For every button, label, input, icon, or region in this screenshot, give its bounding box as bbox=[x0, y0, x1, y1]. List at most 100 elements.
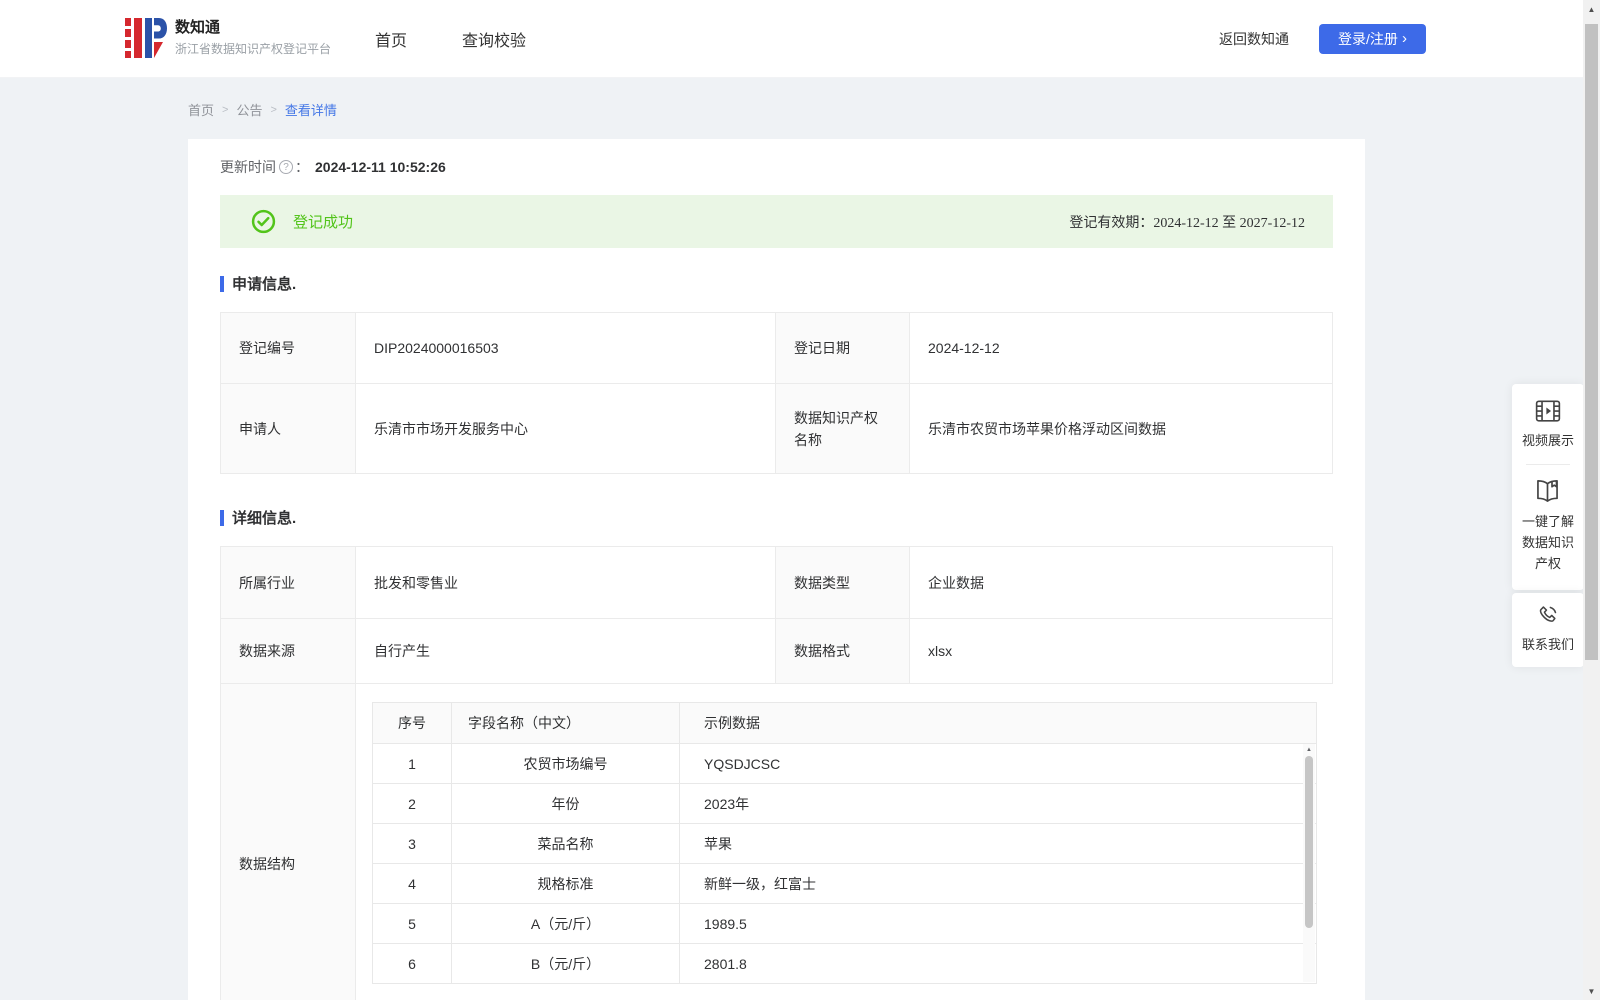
cell-sample-data: YQSDJCSC bbox=[704, 755, 781, 772]
data-structure-row: 3 菜品名称 苹果 bbox=[373, 823, 1316, 863]
top-header-bar: 数知通 浙江省数据知识产权登记平台 首页 查询校验 返回数知通 登录/注册 › bbox=[0, 0, 1600, 78]
scroll-up-arrow-icon[interactable]: ▲ bbox=[1303, 744, 1315, 755]
cell-field-name: 年份 bbox=[452, 784, 680, 823]
nav-item-query-verify[interactable]: 查询校验 bbox=[462, 0, 526, 78]
table-row: 申请人 乐清市市场开发服务中心 数据知识产权名称 乐清市农贸市场苹果价格浮动区间… bbox=[221, 383, 1332, 473]
cell-value-applicant: 乐清市市场开发服务中心 bbox=[356, 384, 776, 473]
float-item-learn-dip[interactable]: 一键了解 数据知识 产权 bbox=[1522, 478, 1574, 574]
login-register-button[interactable]: 登录/注册 › bbox=[1319, 24, 1426, 54]
section-title-text: 详细信息. bbox=[232, 510, 297, 527]
float-item-label: 联系我们 bbox=[1521, 637, 1574, 652]
cell-index: 6 bbox=[373, 944, 452, 983]
cell-index: 5 bbox=[373, 904, 452, 943]
cell-label-data-source: 数据来源 bbox=[221, 619, 356, 683]
status-success-text: 登记成功 bbox=[293, 214, 354, 231]
section-title-application-info: 申请信息. bbox=[220, 273, 296, 294]
col-header-sample-data: 示例数据 bbox=[704, 715, 760, 731]
cell-label-data-type: 数据类型 bbox=[776, 547, 910, 618]
cell-value-registration-date: 2024-12-12 bbox=[910, 313, 1332, 383]
breadcrumb: 首页 > 公告 > 查看详情 bbox=[188, 100, 337, 119]
float-item-label: 一键了解 数据知识 产权 bbox=[1522, 511, 1574, 574]
data-structure-header-row: 序号 字段名称（中文） 示例数据 bbox=[373, 703, 1316, 743]
video-icon bbox=[1535, 399, 1561, 423]
data-structure-row: 2 年份 2023年 bbox=[373, 783, 1316, 823]
cell-value-data-type: 企业数据 bbox=[910, 547, 1332, 618]
validity-label: 登记有效期： bbox=[1069, 213, 1154, 230]
section-title-detail-info: 详细信息. bbox=[220, 507, 296, 528]
scrollbar-up-arrow-icon[interactable]: ▲ bbox=[1583, 1, 1600, 17]
cell-value-data-format: xlsx bbox=[910, 619, 1332, 683]
cell-field-name: A（元/斤） bbox=[452, 904, 680, 943]
cell-label-registration-no: 登记编号 bbox=[221, 313, 356, 383]
cell-label-data-format: 数据格式 bbox=[776, 619, 910, 683]
data-structure-row: 5 A（元/斤） 1989.5 bbox=[373, 903, 1316, 943]
cell-sample-data: 1989.5 bbox=[704, 915, 747, 932]
cell-field-name: 农贸市场编号 bbox=[452, 744, 680, 783]
cell-sample-data: 2801.8 bbox=[704, 955, 747, 972]
book-icon bbox=[1534, 478, 1561, 504]
update-time-label: 更新时间 bbox=[220, 159, 276, 175]
cell-index: 4 bbox=[373, 864, 452, 903]
breadcrumb-announcement[interactable]: 公告 bbox=[236, 100, 262, 119]
update-time-value: 2024-12-11 10:52:26 bbox=[315, 159, 446, 175]
data-structure-row: 1 农贸市场编号 YQSDJCSC bbox=[373, 743, 1316, 783]
section-title-text: 申请信息. bbox=[232, 276, 297, 293]
cell-sample-data: 2023年 bbox=[704, 795, 750, 812]
cell-value-data-structure: 序号 字段名称（中文） 示例数据 1 农贸市场编号 YQSDJCSC 2 年份 bbox=[356, 684, 1333, 1000]
chevron-right-icon: › bbox=[1401, 30, 1407, 47]
table-row: 登记编号 DIP2024000016503 登记日期 2024-12-12 bbox=[221, 313, 1332, 383]
data-structure-row: 4 规格标准 新鲜一级，红富士 bbox=[373, 863, 1316, 903]
float-item-video-demo[interactable]: 视频展示 bbox=[1522, 399, 1574, 451]
colon-text: ： bbox=[295, 159, 309, 175]
cell-label-industry: 所属行业 bbox=[221, 547, 356, 618]
login-register-label: 登录/注册 bbox=[1338, 31, 1398, 47]
page: 数知通 浙江省数据知识产权登记平台 首页 查询校验 返回数知通 登录/注册 › … bbox=[0, 0, 1600, 1000]
phone-icon bbox=[1536, 604, 1560, 627]
help-question-icon[interactable]: ? bbox=[279, 160, 293, 174]
label-line: 产权 bbox=[1534, 556, 1561, 571]
label-line: 一键了解 bbox=[1521, 514, 1574, 529]
section-accent-bar bbox=[220, 509, 224, 526]
detail-content-card: 更新时间 ? ： 2024-12-11 10:52:26 登记成功 登记有效期：… bbox=[188, 139, 1365, 1000]
inner-table-scrollbar[interactable]: ▲ bbox=[1303, 744, 1315, 982]
table-row-data-structure: 数据结构 序号 字段名称（中文） 示例数据 1 农贸市场编号 YQSDJCSC bbox=[221, 683, 1333, 1000]
validity-value: 2024-12-12 至 2027-12-12 bbox=[1153, 215, 1305, 231]
ip-logo-icon bbox=[125, 16, 167, 60]
inner-scrollbar-thumb[interactable] bbox=[1305, 756, 1313, 928]
cell-field-name: B（元/斤） bbox=[452, 944, 680, 983]
divider bbox=[1526, 464, 1570, 465]
breadcrumb-separator-icon: > bbox=[222, 103, 229, 116]
return-portal-link[interactable]: 返回数知通 bbox=[1219, 0, 1289, 78]
breadcrumb-current-detail[interactable]: 查看详情 bbox=[285, 100, 337, 119]
cell-value-industry: 批发和零售业 bbox=[356, 547, 776, 618]
table-row: 数据来源 自行产生 数据格式 xlsx bbox=[221, 618, 1332, 683]
float-contact-card: 联系我们 bbox=[1512, 593, 1584, 667]
brand-logo[interactable]: 数知通 浙江省数据知识产权登记平台 bbox=[125, 16, 331, 60]
page-scrollbar-thumb[interactable] bbox=[1585, 24, 1598, 660]
check-circle-icon bbox=[251, 209, 276, 234]
validity-period: 登记有效期：2024-12-12 至 2027-12-12 bbox=[1069, 212, 1305, 232]
cell-label-registration-date: 登记日期 bbox=[776, 313, 910, 383]
col-header-index: 序号 bbox=[373, 703, 452, 743]
page-scrollbar[interactable]: ▲ ▼ bbox=[1583, 0, 1600, 1000]
float-item-contact-us[interactable]: 联系我们 bbox=[1522, 604, 1574, 655]
section-accent-bar bbox=[220, 275, 224, 292]
cell-value-registration-no: DIP2024000016503 bbox=[356, 313, 776, 383]
data-structure-row: 6 B（元/斤） 2801.8 bbox=[373, 943, 1316, 983]
cell-field-name: 菜品名称 bbox=[452, 824, 680, 863]
cell-index: 3 bbox=[373, 824, 452, 863]
nav-item-home[interactable]: 首页 bbox=[375, 0, 407, 78]
cell-label-dip-name: 数据知识产权名称 bbox=[776, 384, 910, 473]
cell-index: 1 bbox=[373, 744, 452, 783]
float-menu-card: 视频展示 一键了解 数据知识 产权 bbox=[1512, 384, 1584, 590]
cell-label-applicant: 申请人 bbox=[221, 384, 356, 473]
cell-sample-data: 新鲜一级，红富士 bbox=[704, 875, 816, 892]
brand-title: 数知通 bbox=[175, 19, 221, 36]
cell-index: 2 bbox=[373, 784, 452, 823]
cell-field-name: 规格标准 bbox=[452, 864, 680, 903]
scrollbar-down-arrow-icon[interactable]: ▼ bbox=[1583, 983, 1600, 999]
col-header-field-name: 字段名称（中文） bbox=[452, 703, 680, 743]
breadcrumb-separator-icon: > bbox=[270, 103, 277, 116]
breadcrumb-home[interactable]: 首页 bbox=[188, 100, 214, 119]
cell-value-dip-name: 乐清市农贸市场苹果价格浮动区间数据 bbox=[910, 384, 1332, 473]
